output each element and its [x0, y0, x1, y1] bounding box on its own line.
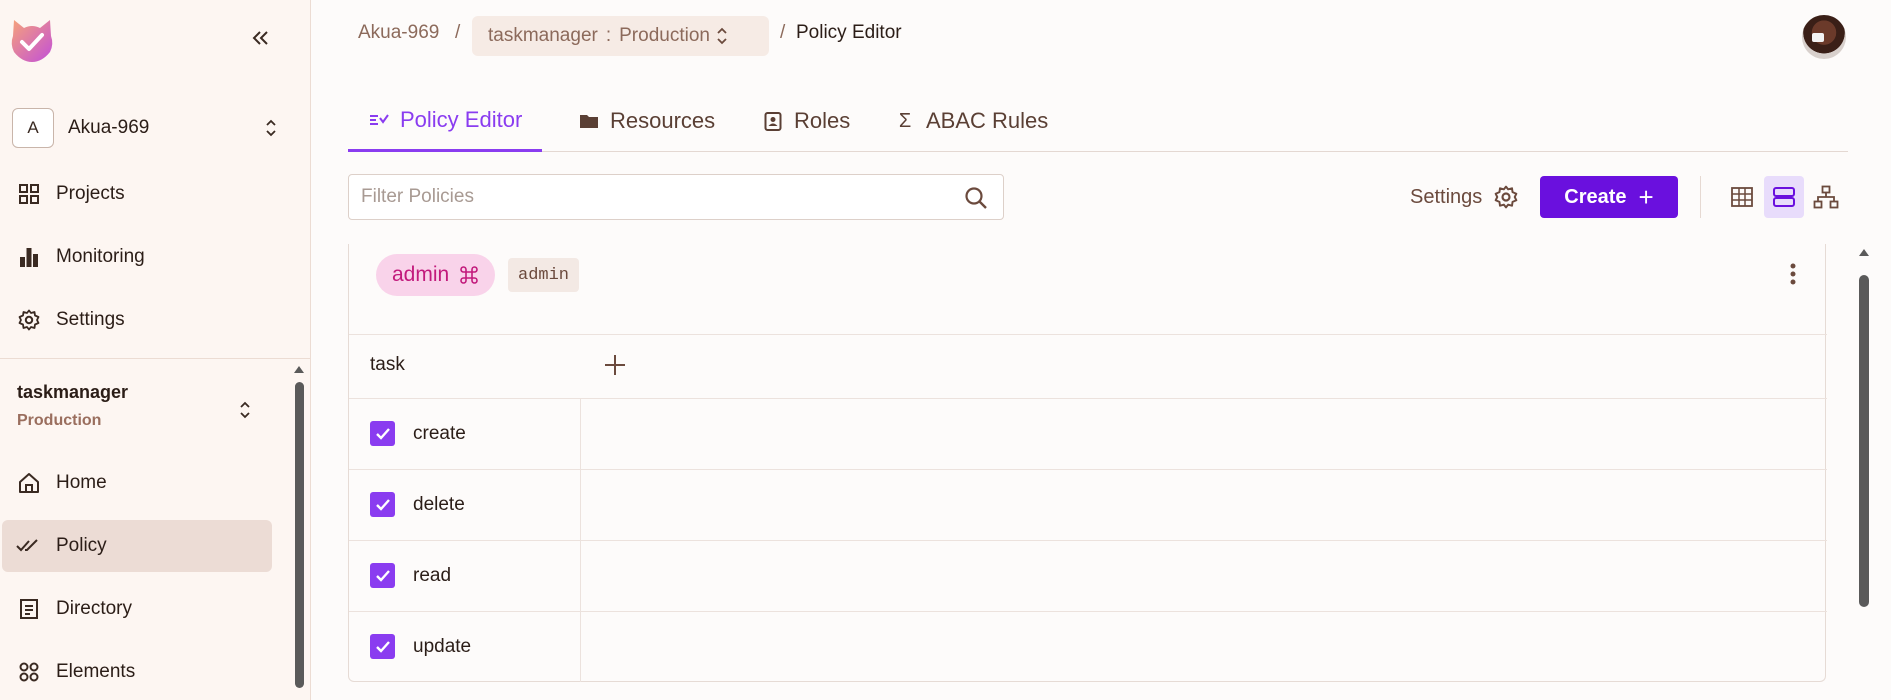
collapse-sidebar-icon[interactable] [248, 26, 272, 50]
more-options-icon[interactable] [1783, 260, 1803, 288]
breadcrumb-org-link[interactable]: Akua-969 [358, 22, 439, 44]
create-button-label: Create [1564, 185, 1627, 208]
permission-label: read [413, 564, 452, 586]
role-chip[interactable]: admin [376, 254, 496, 296]
gear-icon [16, 307, 42, 333]
scroll-up-arrow-icon[interactable] [293, 363, 305, 375]
table-view-button[interactable] [1722, 176, 1762, 218]
filter-policies-field[interactable] [348, 174, 1004, 220]
chevron-updown-icon[interactable] [238, 398, 252, 422]
checkbox[interactable] [370, 421, 395, 446]
card-view-button[interactable] [1764, 176, 1804, 218]
hierarchy-icon [1813, 185, 1839, 209]
permission-label: update [413, 635, 472, 657]
contact-icon [762, 110, 784, 132]
graph-view-button[interactable] [1806, 176, 1846, 218]
home-icon [16, 470, 42, 496]
column-divider [580, 398, 581, 682]
org-name: Akua-969 [68, 117, 150, 138]
sigma-icon: Σ [898, 109, 912, 132]
main-scrollbar-thumb[interactable] [1859, 275, 1869, 607]
role-label: admin [392, 263, 450, 286]
sidebar-item-label: Projects [56, 183, 125, 204]
sidebar-item-label: Directory [56, 598, 133, 619]
breadcrumb-project-env-switcher[interactable]: taskmanager : Production [472, 16, 769, 56]
sidebar-item-label: Settings [56, 309, 125, 330]
directory-icon [16, 596, 42, 622]
app-logo-icon[interactable] [8, 14, 56, 64]
chevron-updown-icon [266, 119, 276, 137]
permission-delete: delete [349, 469, 580, 540]
resource-header-row [349, 334, 1827, 398]
org-switcher[interactable]: A Akua-969 [12, 108, 288, 148]
role-key: admin [508, 258, 580, 292]
sidebar-scrollbar-thumb[interactable] [295, 382, 304, 688]
tab-policy-editor[interactable]: Policy Editor [348, 90, 543, 152]
sidebar-item-settings[interactable]: Settings [2, 294, 272, 346]
settings-button-label: Settings [1410, 185, 1483, 208]
sidebar-item-projects[interactable]: Projects [2, 168, 272, 220]
sidebar-item-elements[interactable]: Elements [2, 646, 272, 698]
sidebar-item-directory[interactable]: Directory [2, 583, 272, 635]
permission-label: delete [413, 493, 465, 515]
tab-label: ABAC Rules [926, 108, 1049, 133]
resource-name: task [370, 354, 405, 375]
breadcrumb-separator: / [780, 22, 786, 43]
user-avatar[interactable] [1802, 15, 1846, 59]
permission-read: read [349, 540, 580, 611]
gear-icon [1494, 185, 1518, 209]
tab-bar: Policy Editor Resources Roles Σ ABAC Rul… [348, 90, 1848, 152]
org-avatar: A [12, 108, 54, 148]
chevron-updown-icon [717, 27, 727, 45]
sidebar-item-label: Elements [56, 661, 136, 682]
sidebar-item-monitoring[interactable]: Monitoring [2, 231, 272, 283]
breadcrumb-project: taskmanager [488, 25, 598, 46]
tab-label: Resources [610, 108, 716, 133]
sidebar-item-home[interactable]: Home [2, 457, 272, 509]
rows-icon [1773, 187, 1795, 207]
sidebar-item-policy[interactable]: Policy [2, 520, 272, 572]
folder-icon [578, 110, 600, 132]
grid-icon [16, 181, 42, 207]
checkbox[interactable] [370, 492, 395, 517]
sidebar-item-label: Home [56, 472, 107, 493]
tab-label: Policy Editor [400, 106, 523, 132]
permission-create: create [349, 398, 580, 469]
plus-icon: + [1638, 182, 1654, 212]
tab-resources[interactable]: Resources [578, 90, 715, 152]
breadcrumb-current: Policy Editor [796, 22, 902, 43]
elements-icon [16, 659, 42, 685]
tab-abac-rules[interactable]: Σ ABAC Rules [894, 90, 1048, 152]
checkbox[interactable] [370, 563, 395, 588]
breadcrumb-env: Production [619, 25, 710, 46]
table-icon [1731, 187, 1753, 207]
checkbox[interactable] [370, 634, 395, 659]
policy-list-icon [368, 109, 390, 131]
environment-project-name: taskmanager [17, 382, 129, 402]
permission-label: create [413, 422, 466, 444]
tab-label: Roles [794, 108, 851, 133]
environment-stage: Production [17, 412, 102, 429]
filter-policies-input[interactable] [361, 186, 941, 208]
policy-settings-button[interactable]: Settings [1410, 182, 1518, 212]
sidebar-item-label: Monitoring [56, 246, 145, 267]
search-icon[interactable] [963, 185, 989, 211]
sidebar-item-label: Policy [56, 535, 107, 556]
create-button[interactable]: Create + [1540, 176, 1678, 218]
sidebar: A Akua-969 Projects Monitoring Settings … [0, 0, 311, 700]
policy-card: admin admin task create delete read upda… [348, 244, 1827, 682]
add-resource-icon[interactable] [600, 350, 630, 380]
breadcrumb-colon: : [605, 25, 612, 46]
tab-roles[interactable]: Roles [762, 90, 850, 152]
double-check-icon [16, 533, 42, 559]
scroll-up-arrow-icon[interactable] [1857, 246, 1871, 258]
command-icon [460, 266, 478, 284]
breadcrumb-separator: / [455, 22, 461, 43]
toolbar-divider [1700, 176, 1701, 218]
permission-update: update [349, 611, 580, 682]
sidebar-divider [0, 358, 311, 359]
bar-chart-icon [16, 244, 42, 270]
